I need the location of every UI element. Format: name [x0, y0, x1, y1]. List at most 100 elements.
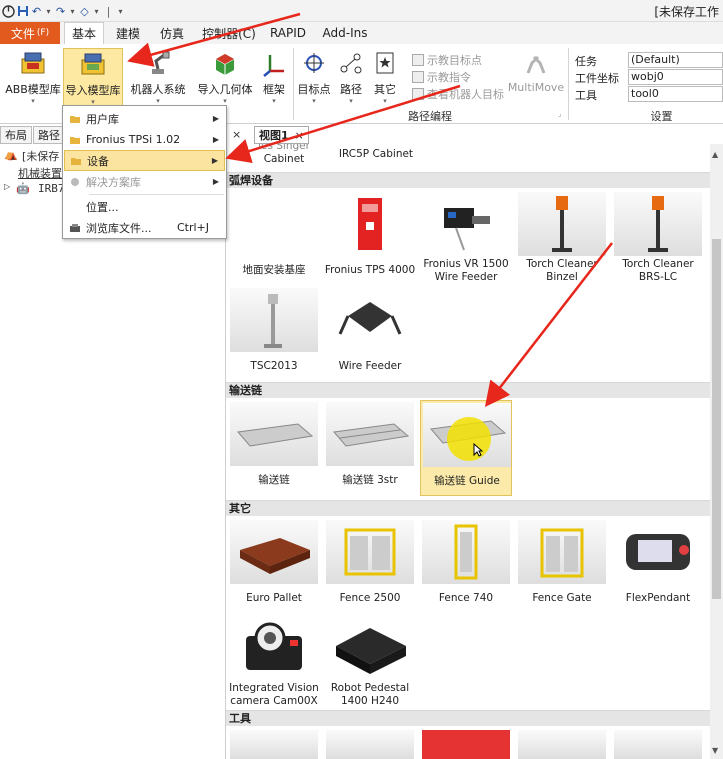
- dropdown-arrow-icon: ▾: [223, 97, 227, 105]
- tab-basic[interactable]: 基本: [64, 22, 104, 44]
- gallery-item[interactable]: [420, 728, 512, 759]
- close-view-icon[interactable]: ×: [295, 129, 304, 142]
- tree-station[interactable]: [未保存: [22, 148, 59, 164]
- gallery-item-selected[interactable]: 输送链 Guide: [420, 400, 512, 496]
- item-label: TSC2013: [250, 360, 298, 372]
- gallery-item[interactable]: Wire Feeder: [324, 286, 416, 382]
- multimove-button[interactable]: MultiMove: [508, 48, 564, 112]
- save-icon[interactable]: [16, 2, 29, 20]
- gallery-scrollbar[interactable]: ▲ ▼: [710, 144, 723, 759]
- wobj-label: 工件坐标: [575, 72, 619, 85]
- gallery-item[interactable]: [516, 728, 608, 759]
- gallery-item[interactable]: [612, 728, 704, 759]
- tab-simulation[interactable]: 仿真: [152, 22, 192, 44]
- tab-layout[interactable]: 布局: [0, 126, 32, 144]
- target-button[interactable]: 目标点 ▾: [296, 48, 332, 112]
- task-select[interactable]: (Default): [628, 52, 723, 68]
- gallery-item[interactable]: [228, 728, 320, 759]
- undo-icon[interactable]: ↶: [30, 2, 43, 20]
- item-label: Robot Pedestal 1400 H240: [330, 682, 410, 707]
- tab-file[interactable]: 文件 (F): [0, 22, 60, 44]
- thumbnail-image: [422, 520, 510, 584]
- submenu-arrow-icon: ▶: [211, 156, 218, 165]
- gallery-item[interactable]: Euro Pallet: [228, 518, 320, 614]
- tab-addins[interactable]: Add-Ins: [320, 22, 370, 44]
- scrollbar-thumb[interactable]: [712, 239, 721, 599]
- customize-qat-icon[interactable]: ▾: [116, 2, 125, 20]
- menu-item-fronius[interactable]: Fronius TPSi 1.02 ▶: [64, 129, 225, 150]
- tab-rapid[interactable]: RAPID: [268, 22, 308, 44]
- section-header-arc-welding[interactable]: 弧焊设备: [226, 172, 710, 188]
- abb-library-button[interactable]: ABB模型库 ▾: [4, 48, 62, 112]
- path-button[interactable]: 路径 ▾: [334, 48, 368, 112]
- view-robot-target-label: 查看机器人目标: [427, 88, 504, 101]
- gallery-item[interactable]: Fronius TPS 4000: [324, 190, 416, 286]
- dropdown-arrow-icon: ▾: [349, 97, 353, 105]
- thumbnail-image: [518, 730, 606, 759]
- ribbon-separator: [568, 48, 569, 120]
- item-label: Fence Gate: [532, 592, 592, 604]
- dialog-launcher-icon[interactable]: ⌟: [558, 110, 561, 118]
- tab-paths[interactable]: 路径: [33, 126, 65, 144]
- tab-controller[interactable]: 控制器(C): [198, 22, 260, 44]
- import-geometry-button[interactable]: 导入几何体 ▾: [194, 48, 256, 112]
- menu-item-label: 解决方案库: [86, 175, 141, 189]
- view-robot-target-button[interactable]: 查看机器人目标: [412, 86, 504, 102]
- thumbnail-image: [326, 730, 414, 759]
- thumbnail-image: [230, 730, 318, 759]
- gallery-item[interactable]: Fence Gate: [516, 518, 608, 614]
- gallery-item[interactable]: FlexPendant: [612, 518, 704, 614]
- folder-icon: [64, 113, 86, 125]
- section-header-conveyor[interactable]: 输送链: [226, 382, 710, 398]
- menu-item-location[interactable]: 位置...: [64, 196, 225, 217]
- other-button[interactable]: 其它 ▾: [370, 48, 400, 112]
- tree-mechanism[interactable]: 机械装置: [18, 165, 62, 181]
- gallery-item[interactable]: 地面安装基座: [228, 190, 320, 286]
- gallery-item[interactable]: 输送链 3str: [324, 400, 416, 496]
- thumbnail-image: [422, 730, 510, 759]
- scroll-down-icon[interactable]: ▼: [712, 746, 718, 755]
- undo-dropdown-icon[interactable]: ▾: [44, 2, 53, 20]
- thumbnail-image: [326, 192, 414, 256]
- menu-item-browse-library[interactable]: 浏览库文件... Ctrl+J: [64, 217, 225, 238]
- tab-view1[interactable]: 视图1 ×: [254, 126, 309, 144]
- gallery-item[interactable]: IRC5P Cabinet: [330, 144, 422, 174]
- app-icon[interactable]: [2, 2, 15, 20]
- redo-icon[interactable]: ↷: [54, 2, 67, 20]
- gallery-item[interactable]: 输送链: [228, 400, 320, 496]
- robot-system-button[interactable]: 机器人系统 ▾: [126, 48, 190, 112]
- show-instruction-button[interactable]: 示教指令: [412, 69, 471, 85]
- tab-modeling[interactable]: 建模: [109, 22, 147, 44]
- scroll-up-icon[interactable]: ▲: [712, 150, 718, 159]
- section-header-tools[interactable]: 工具: [226, 710, 710, 726]
- redo-dropdown-icon[interactable]: ▾: [68, 2, 77, 20]
- gallery-item[interactable]: les Singer Cabinet: [238, 144, 330, 174]
- tool-icon[interactable]: ◇: [78, 2, 91, 20]
- close-panel-icon[interactable]: ×: [232, 128, 241, 141]
- gallery-item[interactable]: [324, 728, 416, 759]
- thumbnail-image: [518, 192, 606, 256]
- gallery-item[interactable]: Torch Cleaner Binzel: [516, 190, 608, 286]
- menu-item-solution-library[interactable]: 解决方案库 ▶: [64, 171, 225, 192]
- tree-robot[interactable]: IRB7: [38, 182, 65, 195]
- import-library-button[interactable]: 导入模型库 ▾: [63, 48, 123, 112]
- show-target-button[interactable]: 示教目标点: [412, 52, 482, 68]
- menu-item-equipment[interactable]: 设备 ▶: [64, 150, 225, 171]
- tool-select[interactable]: tool0: [628, 86, 723, 102]
- wobj-select[interactable]: wobj0: [628, 69, 723, 85]
- ribbon-tab-bar: 文件 (F) 基本 建模 仿真 控制器(C) RAPID Add-Ins: [0, 22, 723, 44]
- gallery-item[interactable]: Fence 740: [420, 518, 512, 614]
- frame-button[interactable]: 框架 ▾: [258, 48, 290, 112]
- gallery-item[interactable]: TSC2013: [228, 286, 320, 382]
- other-label: 其它: [374, 83, 396, 96]
- gallery-item[interactable]: Torch Cleaner BRS-LC: [612, 190, 704, 286]
- gallery-item[interactable]: Integrated Vision camera Cam00X: [228, 614, 320, 710]
- gallery-item[interactable]: Robot Pedestal 1400 H240: [324, 614, 416, 710]
- item-label: Integrated Vision camera Cam00X: [229, 682, 319, 707]
- menu-item-user-library[interactable]: 用户库 ▶: [64, 108, 225, 129]
- section-header-other[interactable]: 其它: [226, 500, 710, 516]
- gallery-item[interactable]: Fronius VR 1500 Wire Feeder: [420, 190, 512, 286]
- gallery-item[interactable]: Fence 2500: [324, 518, 416, 614]
- expand-icon[interactable]: ▷: [4, 182, 10, 191]
- tool-dropdown-icon[interactable]: ▾: [92, 2, 101, 20]
